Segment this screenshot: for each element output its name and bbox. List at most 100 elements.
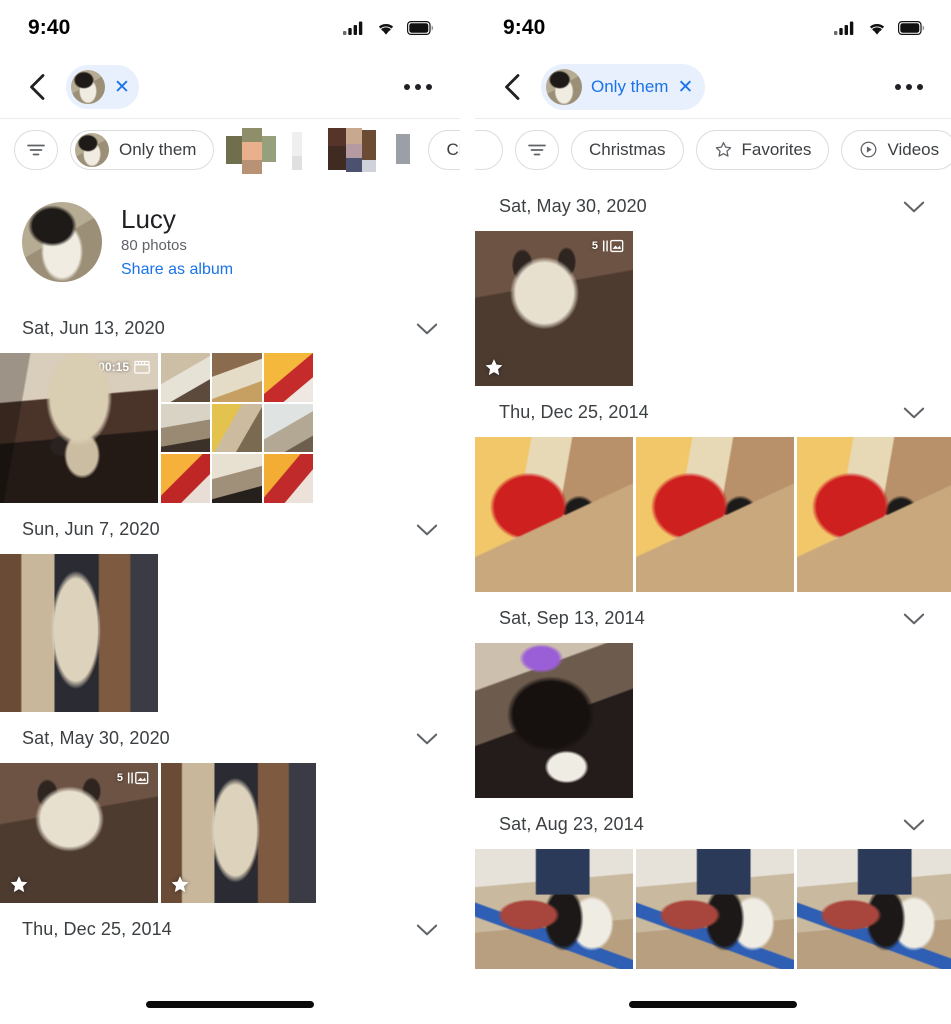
- date-label: Sat, Sep 13, 2014: [499, 608, 645, 628]
- status-time: 9:40: [503, 16, 546, 39]
- grid-cell-thumbnail[interactable]: [212, 353, 262, 402]
- back-button[interactable]: [497, 72, 527, 102]
- christmas-chip[interactable]: Christmas: [428, 129, 460, 170]
- photo-row: [475, 849, 951, 969]
- photo-thumbnail[interactable]: 5: [475, 231, 633, 386]
- photo-thumbnail[interactable]: [475, 437, 633, 592]
- more-options-button[interactable]: [889, 78, 929, 96]
- close-icon[interactable]: ✕: [114, 78, 130, 97]
- grid-cell-thumbnail[interactable]: [263, 403, 313, 453]
- photo-thumbnail[interactable]: [636, 849, 794, 969]
- grid-cell-thumbnail[interactable]: [263, 454, 313, 503]
- grid-cell-thumbnail[interactable]: [161, 454, 211, 503]
- date-section-header[interactable]: Sat, Aug 23, 2014: [475, 798, 951, 849]
- filter-chip[interactable]: [14, 129, 58, 170]
- more-options-icon: [404, 84, 410, 90]
- chevron-down-icon: [903, 819, 925, 830]
- chevron-down-icon: [903, 613, 925, 624]
- photo-grid-9[interactable]: [161, 353, 313, 503]
- photo-thumbnail[interactable]: [475, 643, 633, 798]
- date-label: Sat, May 30, 2020: [499, 196, 647, 216]
- cellular-signal-icon: [343, 21, 363, 35]
- lucy-avatar: [71, 70, 105, 104]
- filter-chip[interactable]: [515, 129, 559, 170]
- blurred-face-chip-3[interactable]: [392, 126, 416, 174]
- filter-icon: [27, 144, 45, 155]
- lucy-avatar: [75, 132, 109, 167]
- date-section-header[interactable]: Thu, Dec 25, 2014: [475, 386, 951, 437]
- more-options-button[interactable]: [398, 78, 438, 96]
- video-thumbnail[interactable]: 00:15: [0, 353, 158, 503]
- more-options-icon: [895, 84, 901, 90]
- date-section-header[interactable]: Thu, Dec 25, 2014: [0, 903, 460, 954]
- wifi-icon: [378, 23, 394, 35]
- app-bar: ✕: [0, 56, 460, 118]
- share-as-album-link[interactable]: Share as album: [121, 261, 233, 279]
- video-duration-text: 00:15: [98, 360, 129, 374]
- grid-cell-thumbnail[interactable]: [161, 403, 211, 453]
- app-bar: Only them ✕: [475, 56, 951, 118]
- photo-row: [0, 554, 460, 712]
- chevron-left-icon: [30, 74, 45, 100]
- date-section-header[interactable]: Sun, Jun 7, 2020: [0, 503, 460, 554]
- favorites-chip[interactable]: Favorites: [695, 129, 830, 170]
- christmas-chip[interactable]: Christmas: [571, 129, 684, 170]
- burst-stack-icon: [602, 239, 624, 253]
- blurred-face-chip-1[interactable]: [226, 126, 278, 174]
- photo-row: 00:15: [0, 353, 460, 503]
- date-section-header[interactable]: Sat, Sep 13, 2014: [475, 592, 951, 643]
- date-section-header[interactable]: Sat, May 30, 2020: [475, 180, 951, 231]
- blurred-face-chip-2[interactable]: [328, 126, 380, 174]
- filter-chip-row[interactable]: Only them C: [0, 118, 460, 180]
- photo-row: [475, 643, 951, 798]
- photo-row: 5: [475, 231, 951, 386]
- date-section-header[interactable]: Sat, May 30, 2020: [0, 712, 460, 763]
- date-label: Sun, Jun 7, 2020: [22, 519, 160, 539]
- active-person-filter-chip[interactable]: Only them ✕: [541, 64, 706, 110]
- filter-chip-row[interactable]: Christmas Favorites Videos: [475, 118, 951, 180]
- close-icon[interactable]: ✕: [677, 78, 693, 97]
- photo-thumbnail[interactable]: [797, 437, 951, 592]
- date-section-header[interactable]: Sat, Jun 13, 2020: [0, 302, 460, 353]
- stack-count-badge: 5: [592, 239, 624, 253]
- person-profile-header: Lucy 80 photos Share as album: [0, 180, 460, 302]
- chevron-down-icon: [416, 524, 438, 535]
- grid-cell-thumbnail[interactable]: [263, 353, 313, 402]
- date-label: Sat, Aug 23, 2014: [499, 814, 644, 834]
- play-circle-icon: [861, 141, 877, 158]
- blurred-face-chip-1-edge[interactable]: [290, 126, 316, 174]
- christmas-chip-label: Christmas: [589, 139, 666, 159]
- avatar[interactable]: [22, 202, 102, 282]
- two-phone-screenshot-composite: 9:40 ✕ Only them C Lucy 80 photos Share …: [0, 0, 951, 1024]
- left-phone-screen: 9:40 ✕ Only them C Lucy 80 photos Share …: [0, 0, 460, 1024]
- star-filled-icon: [10, 876, 28, 893]
- photo-row: 5: [0, 763, 460, 903]
- person-chip-only-them[interactable]: Only them: [70, 129, 215, 170]
- active-chip-label: Only them: [591, 77, 669, 96]
- photo-thumbnail[interactable]: [475, 849, 633, 969]
- active-person-filter-chip[interactable]: ✕: [66, 65, 139, 109]
- back-button[interactable]: [22, 72, 52, 102]
- videos-chip[interactable]: Videos: [841, 129, 951, 170]
- grid-cell-thumbnail[interactable]: [212, 403, 262, 453]
- star-filled-icon: [485, 359, 503, 376]
- photo-thumbnail[interactable]: [0, 554, 158, 712]
- date-label: Thu, Dec 25, 2014: [499, 402, 649, 422]
- filter-icon: [528, 144, 546, 155]
- photo-thumbnail[interactable]: 5: [0, 763, 158, 903]
- page-title: Lucy: [121, 203, 176, 234]
- favorites-chip-label: Favorites: [741, 139, 812, 159]
- home-indicator: [629, 1001, 797, 1008]
- photo-thumbnail[interactable]: [636, 437, 794, 592]
- grid-cell-thumbnail[interactable]: [212, 454, 262, 503]
- grid-cell-thumbnail[interactable]: [161, 353, 211, 402]
- battery-icon: [898, 21, 925, 35]
- wifi-icon: [869, 23, 885, 35]
- chevron-down-icon: [903, 407, 925, 418]
- photo-thumbnail[interactable]: [161, 763, 316, 903]
- photo-thumbnail[interactable]: [797, 849, 951, 969]
- chip-row-left-clipped[interactable]: [475, 129, 503, 170]
- home-indicator: [146, 1001, 314, 1008]
- christmas-chip-label: Christmas: [446, 139, 460, 159]
- profile-meta: Lucy 80 photos Share as album: [121, 203, 233, 280]
